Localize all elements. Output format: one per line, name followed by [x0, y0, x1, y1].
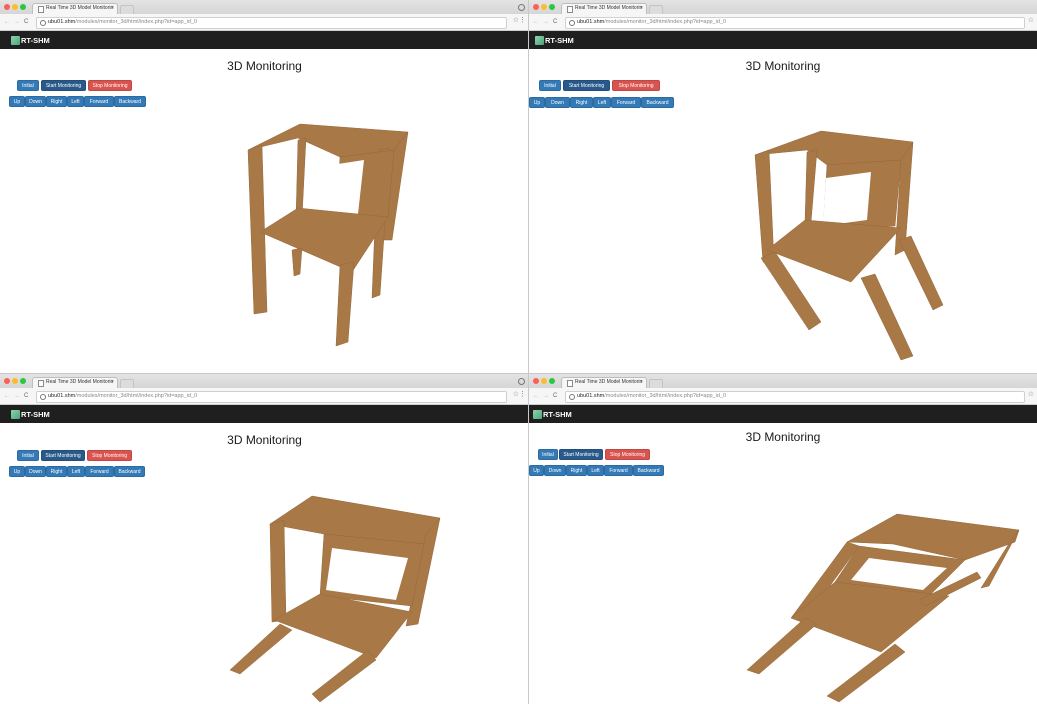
model-leg [291, 247, 303, 277]
model-leg [746, 617, 818, 675]
3d-model-viewport[interactable] [0, 374, 529, 704]
model-leg [229, 623, 293, 675]
model-leg [898, 235, 944, 311]
chair-model [746, 513, 1020, 703]
model-top [269, 495, 441, 545]
screenshot-panel-3: Real Time 3D Model Monitorin × ← → C ubu… [0, 374, 529, 704]
panel-divider-horizontal [0, 373, 1037, 374]
model-leg [826, 643, 906, 703]
chair-model [247, 123, 409, 347]
model-leg [860, 273, 914, 361]
chair-model [754, 130, 944, 361]
model-opening [308, 160, 364, 216]
panel-divider-vertical [528, 0, 529, 704]
model-leg [295, 137, 307, 219]
3d-model-viewport[interactable] [0, 0, 529, 374]
screenshot-panel-4: Real Time 3D Model Monitorin × ← → C ubu… [529, 374, 1037, 704]
screenshot-panel-2: Real Time 3D Model Monitorin × ← → C ubu… [529, 0, 1037, 374]
model-seat [259, 207, 389, 273]
model-leg [754, 149, 775, 263]
model-leg [311, 649, 377, 703]
model-top [754, 130, 914, 166]
3d-model-viewport[interactable] [529, 374, 1037, 704]
model-leg [269, 519, 287, 623]
chair-model [229, 495, 441, 703]
model-leg [804, 149, 818, 223]
model-leg [335, 261, 355, 347]
model-opening [823, 172, 871, 226]
3d-model-viewport[interactable] [529, 0, 1037, 374]
screenshot-panel-1: Real Time 3D Model Monitorin × ← → C ubu… [0, 0, 529, 374]
